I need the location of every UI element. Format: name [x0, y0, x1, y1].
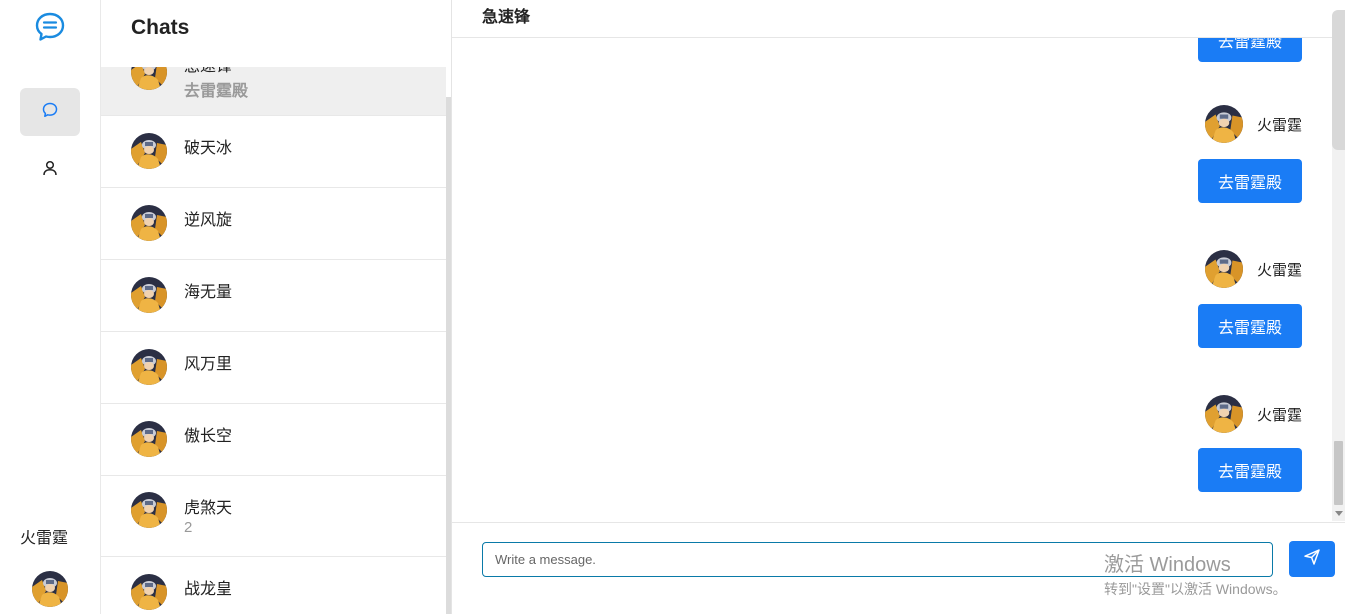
- contact-name: 逆风旋: [184, 212, 233, 229]
- nav-rail: 火雷霆: [0, 0, 101, 614]
- message-bubble: 去雷霆殿: [1198, 448, 1302, 492]
- last-message-preview: 2: [184, 519, 193, 536]
- conversation-panel: 急速锋 去雷霆殿 火雷霆 去雷霆殿 火雷霆 去雷霆殿 火雷霆 去雷霆殿 Writ…: [452, 0, 1345, 614]
- chat-app: 火雷霆 Chats 去雷霆殿 破天冰 逆风旋 海无量 风万里 傲长空 虎煞天 2…: [0, 0, 1345, 614]
- sender-name: 火雷霆: [1256, 116, 1302, 134]
- contact-avatar: [131, 67, 167, 90]
- scrollbar-thumb[interactable]: [1334, 441, 1343, 505]
- contact-avatar: [131, 349, 167, 385]
- sender-avatar: [1204, 395, 1243, 433]
- last-message-preview: 去雷霆殿: [184, 83, 249, 100]
- chat-bubble-icon: [41, 101, 59, 124]
- list-item[interactable]: 战龙皇: [101, 557, 446, 614]
- chat-list: 急速锋 去雷霆殿 破天冰 逆风旋 海无量: [101, 67, 451, 614]
- list-item[interactable]: 逆风旋: [101, 188, 446, 260]
- contact-name: 虎煞天: [184, 500, 233, 517]
- user-icon: [41, 159, 59, 182]
- chat-logo-icon: [33, 10, 67, 44]
- list-item[interactable]: 急速锋 去雷霆殿: [101, 67, 446, 116]
- sender-name: 火雷霆: [1256, 406, 1302, 424]
- contact-name: 傲长空: [184, 428, 233, 445]
- contact-name: 急速锋: [184, 67, 232, 76]
- chat-list-panel: Chats 急速锋 去雷霆殿 破天冰 逆风旋: [101, 0, 452, 614]
- conversation-title: 急速锋: [482, 9, 531, 26]
- message-list: 去雷霆殿 火雷霆 去雷霆殿 火雷霆 去雷霆殿 火雷霆 去雷霆殿: [452, 38, 1332, 523]
- nav-contacts-button[interactable]: [20, 146, 80, 194]
- message-composer: [452, 522, 1345, 614]
- current-user-name: 火雷霆: [19, 530, 68, 547]
- message-bubble: 去雷霆殿: [1198, 38, 1302, 62]
- send-icon: [1303, 548, 1321, 571]
- contact-name: 海无量: [184, 284, 233, 301]
- list-item[interactable]: 海无量: [101, 260, 446, 332]
- contact-avatar: [131, 421, 167, 457]
- contact-avatar: [131, 205, 167, 241]
- message-bubble: 去雷霆殿: [1198, 159, 1302, 203]
- list-item[interactable]: 风万里: [101, 332, 446, 404]
- contact-avatar: [131, 574, 167, 610]
- contact-avatar: [131, 133, 167, 169]
- list-item[interactable]: 虎煞天 2: [101, 475, 446, 557]
- contact-avatar: [131, 277, 167, 313]
- current-user-avatar[interactable]: [32, 571, 68, 607]
- sender-name: 火雷霆: [1256, 261, 1302, 279]
- edge-side-widget[interactable]: [1332, 10, 1345, 150]
- send-button[interactable]: [1289, 541, 1335, 577]
- contact-avatar: [131, 492, 167, 528]
- message-sender: 火雷霆: [1204, 250, 1302, 288]
- message-sender: 火雷霆: [1204, 105, 1302, 143]
- scroll-down-arrow-icon[interactable]: [1335, 511, 1343, 516]
- message-sender: 火雷霆: [1204, 395, 1302, 433]
- list-item[interactable]: 破天冰: [101, 116, 446, 188]
- message-input[interactable]: [482, 542, 1273, 577]
- nav-chats-button[interactable]: [20, 88, 80, 136]
- conversation-header: 急速锋: [452, 0, 1332, 38]
- sender-avatar: [1204, 105, 1243, 143]
- chat-list-title: Chats: [131, 16, 190, 39]
- contact-name: 风万里: [184, 356, 233, 373]
- message-bubble: 去雷霆殿: [1198, 304, 1302, 348]
- sender-avatar: [1204, 250, 1243, 288]
- contact-name: 战龙皇: [184, 581, 233, 598]
- contact-name: 破天冰: [184, 140, 233, 157]
- list-item[interactable]: 傲长空: [101, 404, 446, 476]
